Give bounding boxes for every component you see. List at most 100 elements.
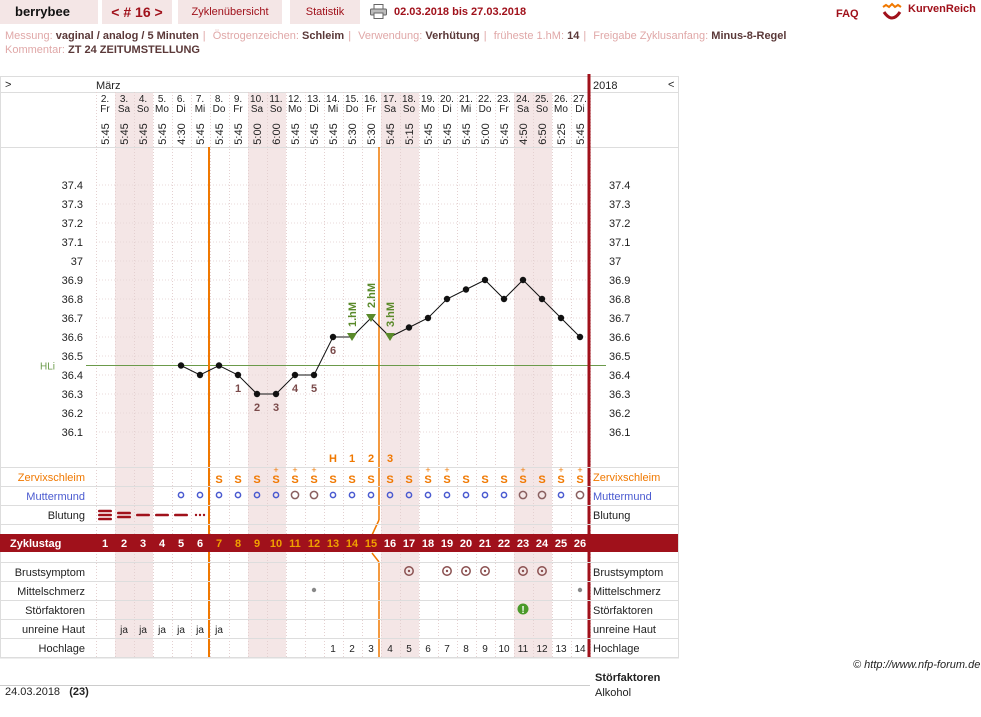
measure-time: 5:45 [423, 123, 435, 144]
breast-symptom-icon-dot [540, 569, 544, 573]
muttermund-symbol [309, 490, 319, 500]
zervix-plus: + [311, 465, 316, 475]
muttermund-symbol [443, 491, 451, 499]
temp-tick-right: 36.2 [609, 408, 630, 420]
entry-count: (23) [69, 686, 89, 698]
logo-text[interactable]: KurvenReich [908, 3, 976, 15]
tab-statistics[interactable]: Statistik [290, 0, 360, 24]
muttermund-symbol [348, 491, 356, 499]
cycle-day-number: 4 [159, 538, 166, 550]
weekday-label: Do [213, 104, 226, 115]
cycle-day-number: 13 [327, 538, 339, 550]
measure-time: 5:45 [442, 123, 454, 144]
cycle-day-number: 6 [197, 538, 203, 550]
temperature-point [196, 371, 204, 379]
zervix-symbol: S [348, 474, 355, 486]
breast-symptom-icon-dot [407, 569, 411, 573]
zervix-symbol: S [386, 474, 393, 486]
hochlage-value: 10 [498, 644, 510, 655]
temperature-point [177, 362, 185, 369]
cycle-day-number: 8 [235, 538, 241, 550]
temp-tick-right: 36.4 [609, 370, 630, 382]
chart-frame [0, 76, 679, 659]
temp-tick-right: 37.4 [609, 180, 630, 192]
scroll-left-arrow: > [5, 79, 11, 91]
muttermund-symbol [462, 491, 470, 499]
zervix-row-label: Zervixschleim [18, 472, 85, 484]
measure-time: 5:45 [157, 123, 169, 144]
zervix-symbol: S [462, 474, 469, 486]
unreine-haut-value: ja [195, 625, 204, 636]
print-icon[interactable] [370, 4, 387, 19]
username[interactable]: berrybee [0, 0, 98, 24]
temperature-point [519, 276, 527, 284]
temperature-point [462, 286, 470, 293]
meta-value: 14 [567, 30, 580, 42]
measure-time: 5:45 [461, 123, 473, 144]
zervix-plus: + [425, 465, 430, 475]
cycle-day-number: 11 [289, 538, 301, 550]
low-measurement-label: 1 [235, 383, 241, 395]
temp-tick-right: 36.1 [609, 427, 630, 439]
peak-day-label: 1 [349, 453, 355, 465]
stoerfaktor-icon-mark: ! [521, 605, 524, 616]
stoer-row-label-right: Störfaktoren [593, 605, 653, 617]
weekday-label: Mo [288, 104, 302, 115]
cycle-day-number: 2 [121, 538, 127, 550]
unreine-haut-value: ja [214, 625, 223, 636]
higher-measurement-label: 3.hM [385, 302, 397, 327]
kurvenreich-logo-icon[interactable] [880, 2, 904, 24]
temp-tick-right: 37.1 [609, 237, 630, 249]
temp-tick-right: 36.5 [609, 351, 630, 363]
measure-time: 5:45 [290, 123, 302, 144]
muttermund-symbol [196, 491, 204, 499]
bleeding-mark-light [136, 513, 150, 517]
temperature-point [405, 324, 413, 331]
hochlage-value: 12 [536, 644, 548, 655]
unreine-haut-value: ja [176, 625, 185, 636]
stoerfaktor-item: Alkohol [595, 687, 632, 699]
meta-row-2: Kommentar: ZT 24 ZEITUMSTELLUNG [5, 44, 200, 56]
faq-link[interactable]: FAQ [836, 0, 859, 28]
meta-label: Verwendung: [358, 30, 423, 42]
zervix-row-label-right: Zervixschleim [593, 472, 660, 484]
zervix-plus: + [520, 465, 525, 475]
tab-cycle-overview[interactable]: Zyklenübersicht [178, 0, 282, 24]
hochlage-value: 5 [406, 644, 412, 655]
cycle-day-number: 25 [555, 538, 567, 550]
measure-time: 5:45 [214, 123, 226, 144]
temp-tick-right: 36.9 [609, 275, 630, 287]
meta-row-1: Messung: vaginal / analog / 5 Minuten | Ö… [5, 30, 787, 42]
zervix-symbol: S [310, 474, 317, 486]
breast-symptom-icon-dot [445, 569, 449, 573]
temperature-point [234, 371, 242, 379]
cycle-day-number: 10 [270, 538, 282, 550]
weekday-label: So [536, 104, 549, 115]
hochlage-value: 7 [444, 644, 450, 655]
cycle-navigation[interactable]: < # 16 > [102, 0, 172, 24]
low-measurement-label: 2 [254, 402, 260, 414]
zervix-symbol: S [481, 474, 488, 486]
temperature-point [557, 314, 565, 322]
cycle-day-number: 15 [365, 538, 377, 550]
measure-time: 5:25 [556, 123, 568, 144]
meta-value: Schleim [302, 30, 345, 42]
temp-tick-left: 37 [71, 256, 83, 268]
muttermund-symbol [215, 491, 223, 499]
muttermund-symbol [481, 491, 489, 499]
cycle-day-number: 24 [536, 538, 549, 550]
weekday-label: Sa [118, 104, 131, 115]
measure-time: 5:15 [404, 123, 416, 144]
cycle-day-number: 26 [574, 538, 586, 550]
zervix-plus: + [292, 465, 297, 475]
zervix-symbol: S [272, 474, 279, 486]
zervix-plus: + [558, 465, 563, 475]
cycle-day-number: 3 [140, 538, 146, 550]
cycle-day-number: 23 [517, 538, 529, 550]
cycle-day-number: 18 [422, 538, 434, 550]
meta-label: Östrogenzeichen: [212, 30, 299, 42]
copyright[interactable]: © http://www.nfp-forum.de [853, 659, 980, 671]
temperature-point [291, 371, 299, 379]
temperature-point [310, 371, 318, 379]
measure-time: 5:30 [347, 123, 359, 144]
